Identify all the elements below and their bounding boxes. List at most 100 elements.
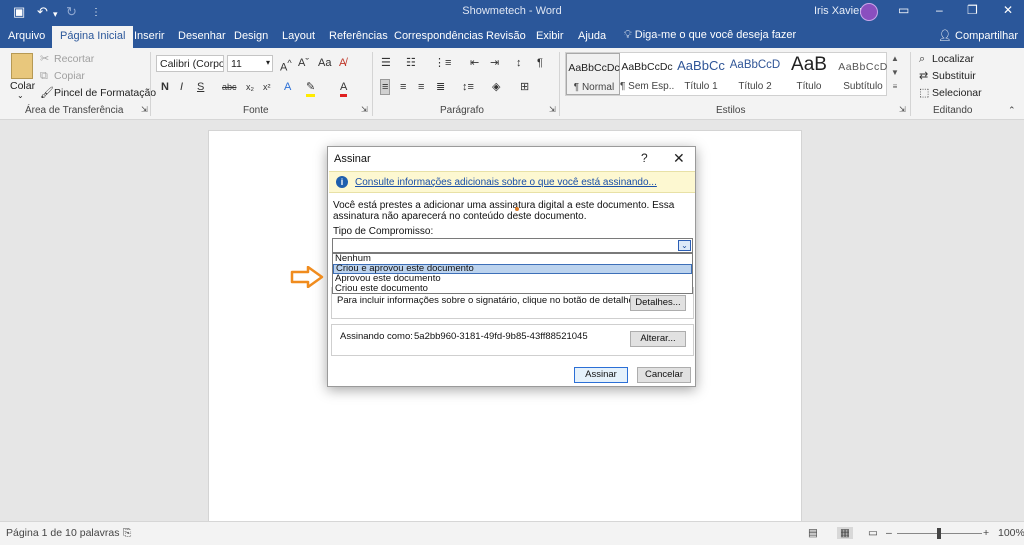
close-window-icon[interactable]: ✕ <box>1003 3 1013 17</box>
font-name-combo[interactable]: Calibri (Corpo <box>156 55 224 72</box>
paste-dropdown-icon[interactable]: ⌄ <box>17 91 24 100</box>
chevron-down-icon[interactable]: ⌄ <box>678 240 691 251</box>
tab-layout[interactable]: Layout <box>282 30 315 42</box>
collapse-ribbon-icon[interactable]: ⌃ <box>1008 105 1016 116</box>
gallery-up-icon[interactable]: ▲ <box>889 54 901 68</box>
restore-icon[interactable]: ❐ <box>967 3 978 17</box>
select-button[interactable]: Selecionar <box>932 87 982 99</box>
justify-icon[interactable]: ≣ <box>436 80 445 94</box>
dialog-launcher-icon[interactable]: ⇲ <box>899 105 906 114</box>
commitment-combo[interactable]: ⌄ <box>332 238 693 253</box>
user-name[interactable]: Iris Xavier <box>814 5 863 17</box>
zoom-level[interactable]: 100% <box>998 527 1024 539</box>
line-spacing-icon[interactable]: ↕≡ <box>462 80 474 94</box>
tab-ajuda[interactable]: Ajuda <box>578 30 606 42</box>
format-painter-button[interactable]: Pincel de Formatação <box>54 87 156 99</box>
print-layout-icon[interactable]: ▦ <box>837 527 853 539</box>
tell-me-search[interactable]: 💡︎ Diga-me o que você deseja fazer <box>624 29 796 42</box>
cancel-button[interactable]: Cancelar <box>637 367 691 383</box>
dialog-launcher-icon[interactable]: ⇲ <box>141 105 148 114</box>
style-title[interactable]: AaB Título <box>782 53 836 95</box>
gallery-down-icon[interactable]: ▼ <box>889 68 901 82</box>
align-center-icon[interactable]: ≡ <box>400 80 406 94</box>
dialog-title: Assinar <box>334 153 371 165</box>
style-heading-2[interactable]: AaBbCcD Título 2 <box>728 53 782 95</box>
align-right-icon[interactable]: ≡ <box>418 80 424 94</box>
share-button[interactable]: 👤︎ Compartilhar <box>938 29 1018 42</box>
tab-referencias[interactable]: Referências <box>329 30 388 42</box>
ribbon-display-icon[interactable]: ▭ <box>898 3 909 17</box>
help-icon[interactable]: ? <box>641 151 648 165</box>
tab-arquivo[interactable]: Arquivo <box>8 30 45 42</box>
option-criou[interactable]: Criou este documento <box>333 284 692 294</box>
tab-desenhar[interactable]: Desenhar <box>178 30 226 42</box>
close-icon[interactable]: ✕ <box>673 150 685 167</box>
multilevel-list-icon[interactable]: ⋮≡ <box>434 56 451 70</box>
page-count[interactable]: Página 1 de 1 <box>6 527 71 539</box>
style-heading-1[interactable]: AaBbCc Título 1 <box>674 53 728 95</box>
italic-button[interactable]: I <box>180 80 183 94</box>
strikethrough-button[interactable]: abc <box>222 80 237 94</box>
info-link[interactable]: Consulte informações adicionais sobre o … <box>355 177 657 188</box>
grow-font-icon[interactable]: A^ <box>280 56 292 75</box>
subscript-icon[interactable]: x₂ <box>246 80 254 94</box>
signing-as-label: Assinando como: <box>340 331 413 342</box>
decrease-indent-icon[interactable]: ⇤ <box>470 56 479 70</box>
copy-button[interactable]: Copiar <box>54 70 85 82</box>
borders-icon[interactable]: ⊞ <box>520 80 529 94</box>
group-label-font: Fonte <box>243 105 269 116</box>
web-layout-icon[interactable]: ▭ <box>868 527 878 539</box>
tab-inserir[interactable]: Inserir <box>134 30 165 42</box>
text-effects-icon[interactable]: A <box>284 80 291 94</box>
proofing-icon[interactable]: ⎘ <box>123 527 131 540</box>
tab-exibir[interactable]: Exibir <box>536 30 564 42</box>
style-subtitle[interactable]: AaBbCcD Subtítulo <box>836 53 890 95</box>
tab-revisao[interactable]: Revisão <box>486 30 526 42</box>
bold-button[interactable]: N <box>161 80 169 94</box>
paste-icon[interactable] <box>11 53 33 79</box>
superscript-icon[interactable]: x² <box>263 80 271 94</box>
tab-pagina-inicial[interactable]: Página Inicial <box>52 26 134 48</box>
change-case-icon[interactable]: Aa <box>318 56 331 70</box>
shrink-font-icon[interactable]: Aˇ <box>298 56 309 70</box>
replace-button[interactable]: Substituir <box>932 70 976 82</box>
sign-button[interactable]: Assinar <box>574 367 628 383</box>
sort-icon[interactable]: ↕ <box>516 56 522 70</box>
copy-icon: ⧉ <box>40 70 48 82</box>
replace-icon: ⇄ <box>919 70 929 82</box>
shading-icon[interactable]: ◈ <box>492 80 500 94</box>
style-normal[interactable]: AaBbCcDc ¶ Normal <box>566 53 620 95</box>
dialog-launcher-icon[interactable]: ⇲ <box>549 105 556 114</box>
zoom-in-icon[interactable]: + <box>983 527 989 539</box>
style-no-spacing[interactable]: AaBbCcDc ¶ Sem Esp... <box>620 53 674 95</box>
change-button[interactable]: Alterar... <box>630 331 686 347</box>
cut-button[interactable]: Recortar <box>54 53 94 65</box>
ribbon-tabs: Arquivo Página Inicial Inserir Desenhar … <box>0 24 1024 48</box>
zoom-slider-thumb[interactable] <box>937 528 941 539</box>
dialog-description: Você está prestes a adicionar uma assina… <box>333 200 675 222</box>
annotation-arrow-icon <box>290 266 324 288</box>
gallery-more-icon[interactable]: ≡ <box>889 82 901 96</box>
details-button[interactable]: Detalhes... <box>630 295 686 311</box>
tab-design[interactable]: Design <box>234 30 268 42</box>
clear-format-icon[interactable]: A̸ <box>339 56 346 70</box>
zoom-out-icon[interactable]: – <box>886 527 892 539</box>
read-mode-icon[interactable]: ▤ <box>808 527 818 539</box>
highlight-icon[interactable]: ✎ <box>306 80 316 97</box>
font-size-combo[interactable]: 11 ▾ <box>227 55 273 72</box>
minimize-icon[interactable]: – <box>936 3 943 17</box>
group-label-paragraph: Parágrafo <box>440 105 484 116</box>
increase-indent-icon[interactable]: ⇥ <box>490 56 499 70</box>
numbering-icon[interactable]: ☷ <box>406 56 416 70</box>
align-left-icon[interactable]: ≡ <box>380 79 391 95</box>
underline-button[interactable]: S <box>197 80 204 94</box>
bullets-icon[interactable]: ☰ <box>381 56 391 70</box>
font-color-icon[interactable]: A <box>340 80 348 97</box>
dialog-launcher-icon[interactable]: ⇲ <box>361 105 368 114</box>
word-count[interactable]: 0 palavras <box>71 527 119 539</box>
tab-correspondencias[interactable]: Correspondências <box>394 30 483 42</box>
find-button[interactable]: Localizar <box>932 53 974 65</box>
group-label-clipboard: Área de Transferência <box>25 105 124 116</box>
pilcrow-icon[interactable]: ¶ <box>537 56 543 70</box>
avatar[interactable] <box>860 3 878 21</box>
